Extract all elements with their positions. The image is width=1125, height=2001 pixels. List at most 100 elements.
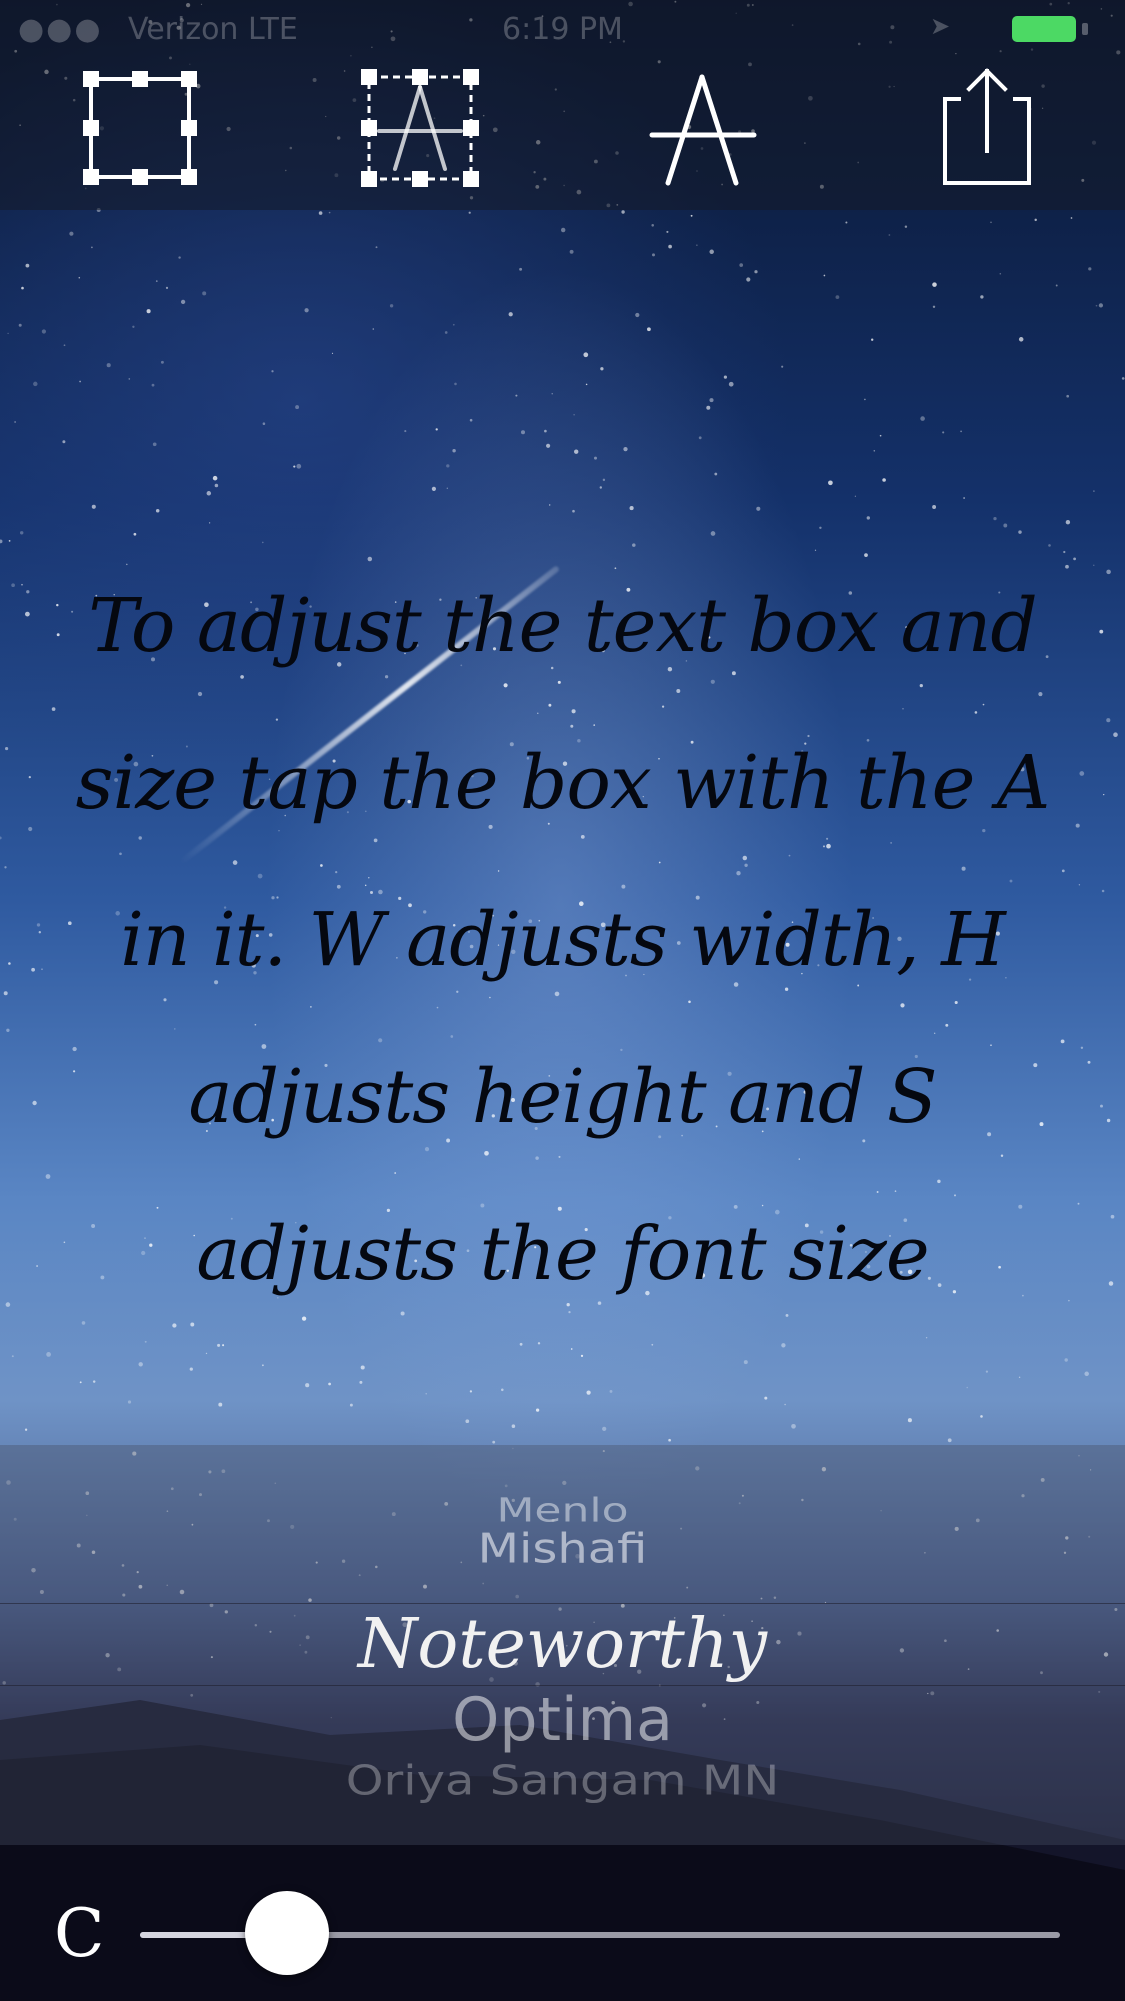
- star: [854, 495, 857, 497]
- star: [629, 506, 634, 511]
- star: [28, 775, 31, 779]
- star: [328, 1382, 331, 1386]
- font-option[interactable]: Mishafi: [0, 1525, 1125, 1573]
- star: [56, 603, 59, 607]
- star: [666, 230, 669, 233]
- star: [947, 1438, 952, 1443]
- star: [551, 393, 553, 395]
- text-box-adjust-tool-button[interactable]: [350, 58, 490, 198]
- star: [600, 367, 604, 371]
- star: [127, 1400, 132, 1404]
- star: [79, 380, 81, 383]
- star: [574, 449, 579, 454]
- star: [1064, 1358, 1068, 1362]
- share-button[interactable]: [916, 58, 1056, 198]
- star: [960, 430, 962, 433]
- star: [1077, 1202, 1080, 1205]
- font-picker[interactable]: Menlo Mishafi Noteworthy Optima Oriya Sa…: [0, 1445, 1125, 1845]
- star: [508, 312, 513, 317]
- instruction-text-box[interactable]: To adjust the text box and size tap the …: [60, 548, 1065, 1333]
- star: [1113, 732, 1118, 738]
- star: [0, 836, 2, 840]
- star: [1121, 377, 1125, 380]
- star: [784, 1403, 786, 1406]
- font-option[interactable]: Menlo: [0, 1491, 1125, 1529]
- star: [835, 295, 840, 299]
- star: [1055, 284, 1058, 287]
- star: [106, 363, 111, 368]
- star: [91, 504, 96, 509]
- star: [739, 263, 744, 267]
- star: [743, 1360, 748, 1365]
- star: [328, 211, 331, 214]
- star: [609, 1389, 613, 1393]
- star: [5, 747, 9, 751]
- star: [217, 1343, 221, 1347]
- star: [5, 1302, 11, 1307]
- star: [1100, 1104, 1103, 1108]
- star: [331, 352, 334, 355]
- star: [1068, 1299, 1070, 1302]
- star: [3, 991, 8, 996]
- star: [318, 211, 323, 215]
- status-bar: ●●● Verizon LTE 6:19 PM ➤: [0, 0, 1125, 60]
- star: [599, 486, 602, 489]
- star: [21, 286, 24, 290]
- star: [133, 532, 137, 536]
- star: [888, 234, 891, 236]
- star: [469, 418, 473, 422]
- star: [990, 221, 992, 224]
- star: [293, 465, 296, 468]
- star: [706, 405, 711, 410]
- font-tool-button[interactable]: [632, 58, 772, 198]
- star: [205, 1352, 208, 1355]
- star: [69, 231, 74, 236]
- star: [79, 1381, 82, 1384]
- star: [62, 440, 66, 444]
- star: [594, 456, 597, 460]
- share-icon: [943, 68, 1031, 185]
- star: [33, 381, 38, 387]
- star: [189, 1367, 193, 1371]
- star: [492, 1440, 496, 1444]
- star: [360, 1365, 365, 1370]
- star: [435, 428, 438, 431]
- star: [180, 299, 186, 305]
- star: [1079, 771, 1085, 776]
- slider-thumb[interactable]: [245, 1891, 330, 1975]
- star: [754, 270, 758, 274]
- star: [548, 504, 551, 506]
- star: [1087, 1060, 1091, 1064]
- star: [1075, 823, 1080, 828]
- star: [144, 1340, 147, 1343]
- star: [1106, 718, 1111, 723]
- star: [305, 1383, 310, 1388]
- battery-tip: [1082, 23, 1088, 35]
- star: [304, 308, 309, 313]
- star: [469, 1390, 473, 1393]
- font-option-selected[interactable]: Noteworthy: [0, 1605, 1125, 1684]
- star: [570, 1348, 573, 1350]
- star: [932, 305, 936, 309]
- font-option[interactable]: Oriya Sangam MN: [0, 1757, 1125, 1805]
- star: [375, 246, 378, 249]
- star: [709, 398, 714, 403]
- star: [372, 328, 375, 330]
- star: [823, 274, 826, 277]
- star: [8, 962, 11, 965]
- star: [271, 370, 274, 373]
- star: [560, 227, 566, 233]
- star: [138, 1362, 143, 1367]
- star: [746, 277, 751, 282]
- font-option[interactable]: Optima: [0, 1685, 1125, 1755]
- star: [25, 263, 30, 268]
- star: [160, 360, 164, 364]
- star: [932, 505, 937, 509]
- star: [985, 1370, 989, 1373]
- star: [764, 1396, 768, 1400]
- app-screen: ●●● Verizon LTE 6:19 PM ➤ To adjust the …: [0, 0, 1125, 2001]
- star: [1070, 217, 1073, 219]
- battery-icon: [1012, 16, 1076, 42]
- selection-box-tool-button[interactable]: [70, 58, 210, 198]
- star: [11, 1355, 14, 1358]
